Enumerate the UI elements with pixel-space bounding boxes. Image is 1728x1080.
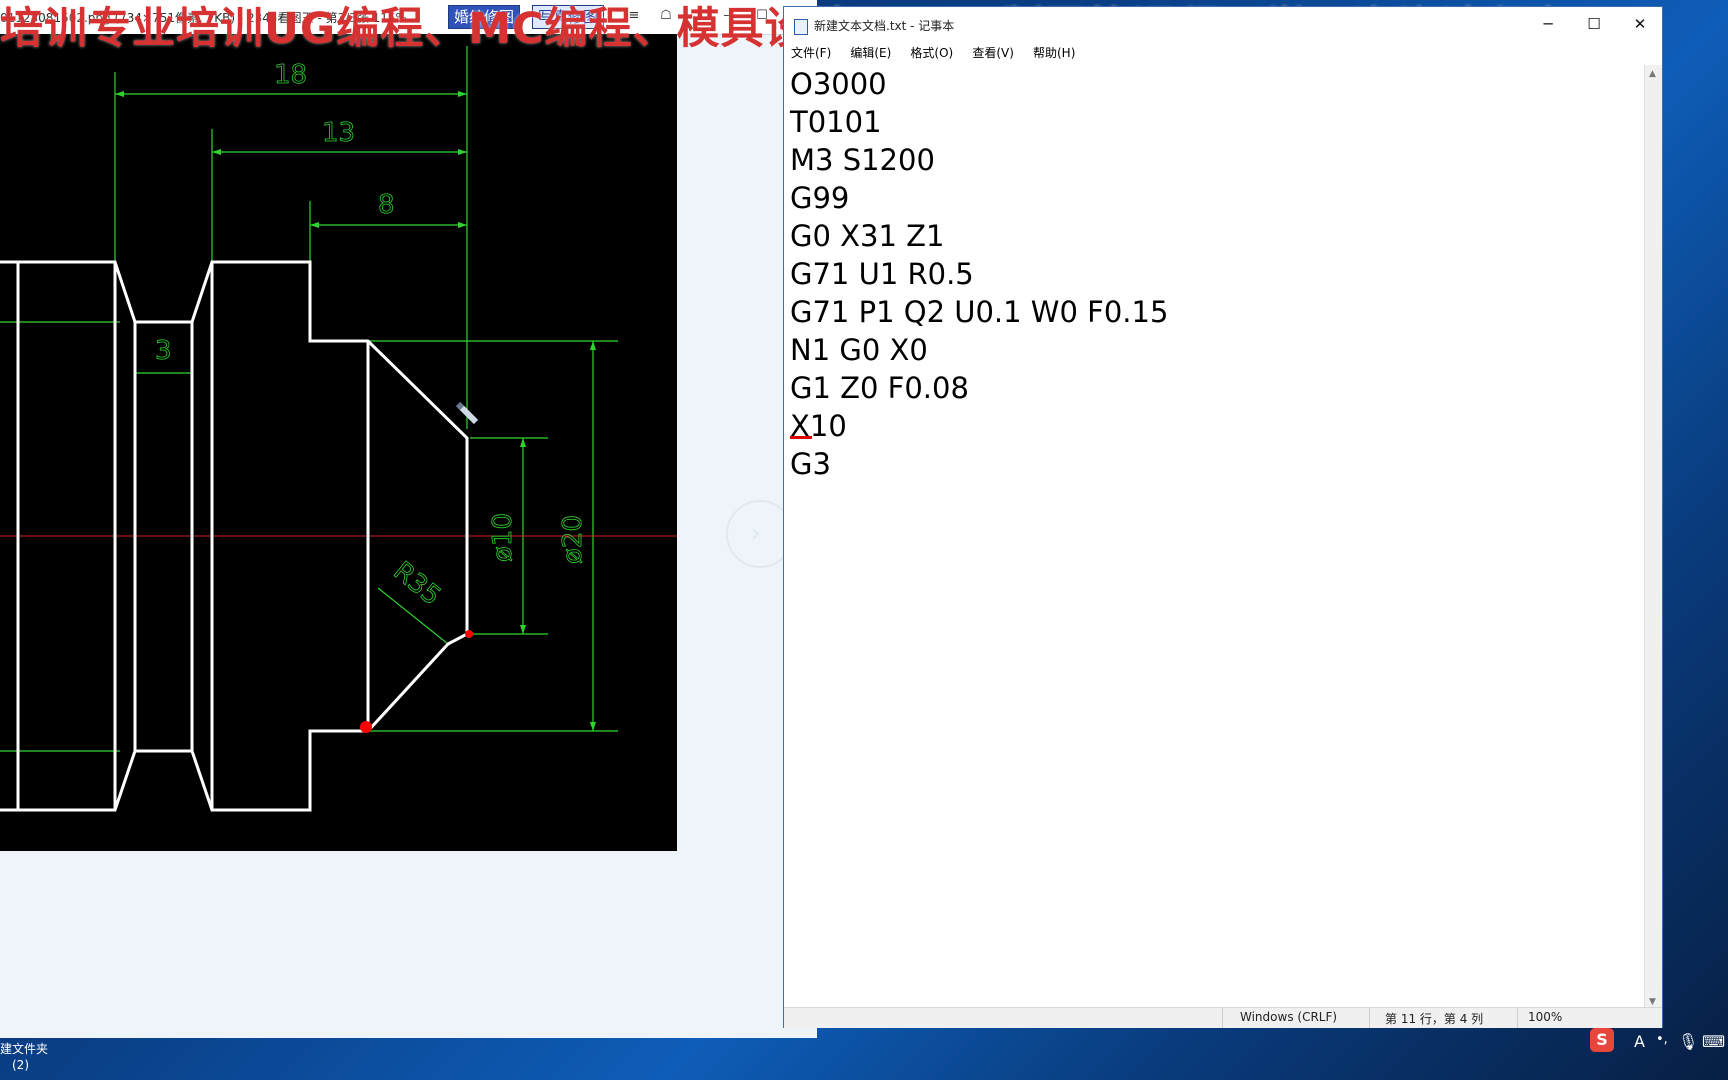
notepad-window: 新建文本文档.txt - 记事本 ─ ☐ ✕ 文件(F) 编辑(E) 格式(O)… <box>783 6 1663 1028</box>
end-point-marker <box>465 630 473 638</box>
image-viewer-titlebar[interactable]: 01128081502.png (734×751像素, 7KB) - 2345看… <box>0 0 817 35</box>
dim-d10-label: ø10 <box>488 513 518 562</box>
spellcheck-underline <box>790 432 812 439</box>
cad-drawing-svg: 18 13 8 3 ø10 ø20 R35 <box>0 46 677 812</box>
desktop-folder-sub: (2) <box>12 1058 29 1072</box>
code-line: G0 X31 Z1 <box>790 219 945 253</box>
image-viewer-title: 01128081502.png (734×751像素, 7KB) - 2345看… <box>0 11 407 25</box>
scroll-up-icon[interactable]: ▲ <box>1649 69 1656 79</box>
ime-mode-icon[interactable]: A <box>1634 1032 1645 1051</box>
desktop-folder-item[interactable]: 建文件夹 (2) <box>0 1038 817 1080</box>
minimize-button[interactable]: ─ <box>1525 7 1571 41</box>
dim-3-label: 3 <box>155 336 172 366</box>
code-line: N1 G0 X0 <box>790 333 928 367</box>
menu-format[interactable]: 格式(O) <box>903 41 960 65</box>
viewer-skin-icon[interactable]: ☖ <box>656 6 676 26</box>
notepad-title: 新建文本文档.txt - 记事本 <box>814 19 955 33</box>
maximize-button[interactable]: ☐ <box>1571 7 1617 41</box>
image-viewer-window: 01128081502.png (734×751像素, 7KB) - 2345看… <box>0 0 817 1038</box>
code-line: T0101 <box>790 105 882 139</box>
chevron-right-icon: › <box>750 516 762 549</box>
dim-13-label: 13 <box>322 118 355 148</box>
code-line: O3000 <box>790 67 887 101</box>
dimension-lines <box>0 46 618 752</box>
dim-18-label: 18 <box>274 60 307 90</box>
menu-file[interactable]: 文件(F) <box>784 41 838 65</box>
portrait-retouch-button[interactable]: 写真修图 <box>532 5 605 29</box>
ime-toolbar: S A •, 🎙 ⌨ <box>1590 1024 1728 1058</box>
code-line: G3 <box>790 447 831 481</box>
code-line: G71 U1 R0.5 <box>790 257 974 291</box>
status-separator <box>1517 1008 1518 1028</box>
viewer-menu-icon[interactable]: ≡ <box>624 6 644 26</box>
code-line: M3 S1200 <box>790 143 935 177</box>
status-encoding: Windows (CRLF) <box>1240 1010 1338 1024</box>
status-zoom: 100% <box>1528 1010 1563 1024</box>
keyboard-icon[interactable]: ⌨ <box>1702 1032 1725 1051</box>
scroll-down-icon[interactable]: ▼ <box>1649 997 1656 1007</box>
menu-view[interactable]: 查看(V) <box>965 41 1021 65</box>
wedding-retouch-button[interactable]: 婚纱修图 <box>448 5 521 29</box>
sogou-ime-icon[interactable]: S <box>1590 1028 1614 1052</box>
cad-drawing-image: 18 13 8 3 ø10 ø20 R35 <box>0 34 677 851</box>
menu-edit[interactable]: 编辑(E) <box>843 41 898 65</box>
status-separator <box>1369 1008 1370 1028</box>
viewer-fullscreen-icon[interactable]: ⛶ <box>688 6 708 26</box>
status-separator <box>1222 1008 1223 1028</box>
notepad-app-icon <box>794 19 808 35</box>
dim-8-label: 8 <box>378 190 395 220</box>
dim-d20-label: ø20 <box>558 515 588 564</box>
status-cursor-position: 第 11 行，第 4 列 <box>1385 1012 1484 1026</box>
code-line: G99 <box>790 181 850 215</box>
code-line: G1 Z0 F0.08 <box>790 371 969 405</box>
code-line: G71 P1 Q2 U0.1 W0 F0.15 <box>790 295 1169 329</box>
vertical-scrollbar[interactable]: ▲ ▼ <box>1644 65 1662 1011</box>
ime-punctuation-icon[interactable]: •, <box>1656 1032 1668 1047</box>
code-line: X10 <box>790 409 847 443</box>
notepad-statusbar: Windows (CRLF) 第 11 行，第 4 列 100% <box>784 1007 1662 1028</box>
viewer-maximize-icon[interactable]: ☐ <box>752 6 772 26</box>
menu-help[interactable]: 帮助(H) <box>1026 41 1082 65</box>
notepad-menubar: 文件(F) 编辑(E) 格式(O) 查看(V) 帮助(H) <box>784 41 1662 65</box>
close-button[interactable]: ✕ <box>1617 7 1663 41</box>
dimension-arrows <box>115 91 596 731</box>
notepad-titlebar[interactable]: 新建文本文档.txt - 记事本 ─ ☐ ✕ <box>784 7 1662 45</box>
notepad-text-area[interactable]: O3000 T0101 M3 S1200 G99 G0 X31 Z1 G71 U… <box>784 65 1644 1011</box>
desktop-folder-label: 建文件夹 <box>0 1042 49 1056</box>
start-point-marker <box>360 721 372 733</box>
viewer-minimize-icon[interactable]: — <box>720 6 740 26</box>
microphone-icon[interactable]: 🎙 <box>1678 1032 1698 1051</box>
